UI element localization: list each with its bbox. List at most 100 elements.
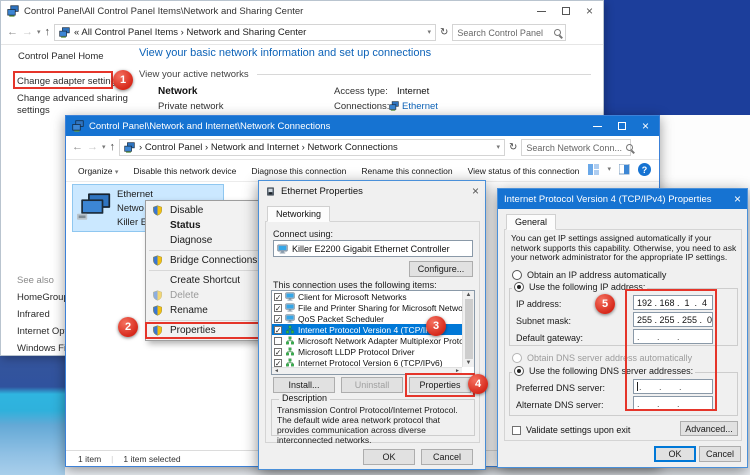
preferred-dns-field[interactable]: . . . [633,379,713,394]
checkbox[interactable]: ✓ [274,359,282,367]
dlg1-titlebar[interactable]: Ethernet Properties × [259,181,485,201]
win1-search-input[interactable]: Search Control Panel [452,24,566,41]
close-icon[interactable]: × [734,192,741,206]
sidebar-change-advanced-sharing[interactable]: Change advanced sharing settings [17,93,129,117]
forward-icon[interactable]: → [87,142,98,153]
checkbox[interactable] [512,426,521,435]
alternate-dns-label: Alternate DNS server: [516,400,604,410]
preview-pane-icon[interactable] [619,164,630,175]
close-icon[interactable]: × [642,120,649,132]
dlg2-titlebar[interactable]: Internet Protocol Version 4 (TCP/IPv4) P… [498,189,747,209]
sidebar-infrared[interactable]: Infrared [17,309,50,320]
active-networks-row: View your active networks [139,69,591,80]
help-icon[interactable]: ? [638,163,651,176]
view-chevron-icon[interactable]: ▾ [607,166,611,173]
network-name: Network [158,86,197,97]
breadcrumb-chevron-icon[interactable]: ▾ [428,29,432,36]
toolbar-organize[interactable]: Organize ▾ [78,166,118,176]
install-button[interactable]: Install... [273,377,335,393]
divider [257,74,591,75]
list-item[interactable]: ✓ Microsoft LLDP Protocol Driver [272,346,462,357]
subnet-mask-label: Subnet mask: [516,316,571,326]
back-icon[interactable]: ← [72,142,83,153]
protocol-icon [285,358,295,367]
scroll-left-icon[interactable]: ◄ [274,368,279,374]
step-badge-5: 5 [595,294,615,314]
radio-use-dns[interactable]: Use the following DNS server addresses: [512,366,695,376]
validate-checkbox[interactable]: Validate settings upon exit [512,425,630,435]
minimize-icon[interactable] [537,11,546,12]
checkbox[interactable]: ✓ [274,348,282,356]
refresh-icon[interactable]: ↻ [509,143,517,153]
sidebar-see-also: See also [17,275,54,286]
sidebar-change-adapter-settings[interactable]: Change adapter settings [17,76,121,87]
sidebar-control-panel-home[interactable]: Control Panel Home [18,51,104,62]
radio-circle[interactable] [514,366,524,376]
back-icon[interactable]: ← [7,27,18,38]
toolbar-view-status[interactable]: View status of this connection [468,166,580,176]
forward-icon[interactable]: → [22,27,33,38]
search-icon [626,144,633,151]
history-chevron-icon[interactable]: ▾ [37,29,41,36]
cancel-button[interactable]: Cancel [699,446,741,462]
toolbar-disable-device[interactable]: Disable this network device [133,166,236,176]
ok-button[interactable]: OK [363,449,415,465]
breadcrumb-chevron-icon[interactable]: ▾ [497,144,501,151]
connections-ethernet-link[interactable]: Ethernet [402,101,438,112]
ok-button[interactable]: OK [654,446,696,462]
checkbox[interactable]: ✓ [274,315,282,323]
cancel-button[interactable]: Cancel [421,449,473,465]
scrollbar-thumb[interactable] [465,299,473,359]
scroll-up-icon[interactable]: ▲ [466,292,472,298]
close-icon[interactable]: × [472,184,479,198]
toolbar-diagnose-connection[interactable]: Diagnose this connection [251,166,346,176]
horizontal-scrollbar[interactable]: ◄ ► [272,367,462,374]
configure-button[interactable]: Configure... [409,261,473,277]
scroll-right-icon[interactable]: ► [455,368,460,374]
refresh-icon[interactable]: ↻ [440,28,448,38]
sidebar-homegroup[interactable]: HomeGroup [17,292,69,303]
radio-obtain-ip[interactable]: Obtain an IP address automatically [512,270,666,280]
scroll-down-icon[interactable]: ▼ [466,360,472,366]
tab-networking[interactable]: Networking [267,206,330,222]
client-icon [285,314,295,323]
access-type-value: Internet [397,86,429,97]
window-icon [7,5,19,17]
connection-items-list[interactable]: ✓ Client for Microsoft Networks ✓ File a… [271,290,475,375]
connect-using-label: Connect using: [273,229,333,239]
toolbar-rename-connection[interactable]: Rename this connection [361,166,452,176]
list-item[interactable]: ✓ Client for Microsoft Networks [272,291,462,302]
tab-general[interactable]: General [506,214,556,230]
minimize-icon[interactable] [593,126,602,127]
win2-search-input[interactable]: Search Network Conn... [521,139,631,156]
checkbox[interactable]: ✓ [274,326,282,334]
win2-titlebar[interactable]: Control Panel\Network and Internet\Netwo… [66,116,659,136]
up-icon[interactable]: ↑ [45,27,51,38]
maximize-icon[interactable] [618,122,626,130]
win1-breadcrumb[interactable]: « All Control Panel Items › Network and … [54,24,436,41]
history-chevron-icon[interactable]: ▾ [102,144,106,151]
subnet-mask-field[interactable]: 255 . 255 . 255 . 0 [633,312,713,327]
radio-use-ip[interactable]: Use the following IP address: [512,282,647,292]
win2-title: Control Panel\Network and Internet\Netwo… [89,121,330,132]
advanced-button[interactable]: Advanced... [680,421,738,436]
up-icon[interactable]: ↑ [110,142,116,153]
win2-breadcrumb[interactable]: › Control Panel › Network and Internet ›… [119,139,505,156]
close-icon[interactable]: × [586,5,593,17]
radio-circle[interactable] [512,270,522,280]
radio-circle[interactable] [514,282,524,292]
ip-address-field[interactable]: 192 . 168 . 1 . 4 [633,295,713,310]
change-view-icon[interactable] [588,164,599,175]
checkbox[interactable]: ✓ [274,304,282,312]
default-gateway-field[interactable]: . . . [633,329,713,344]
list-item[interactable]: ✓ File and Printer Sharing for Microsoft… [272,302,462,313]
checkbox[interactable]: ✓ [274,293,282,301]
win1-titlebar[interactable]: Control Panel\All Control Panel Items\Ne… [1,1,603,21]
maximize-icon[interactable] [562,7,570,15]
properties-button[interactable]: Properties [409,377,471,393]
alternate-dns-field[interactable]: . . . [633,396,713,411]
list-item[interactable]: Microsoft Network Adapter Multiplexor Pr… [272,335,462,346]
vertical-scrollbar[interactable]: ▲ ▼ [462,291,474,367]
win2-addressbar: ← → ▾ ↑ › Control Panel › Network and In… [66,136,659,160]
checkbox[interactable] [274,337,282,345]
